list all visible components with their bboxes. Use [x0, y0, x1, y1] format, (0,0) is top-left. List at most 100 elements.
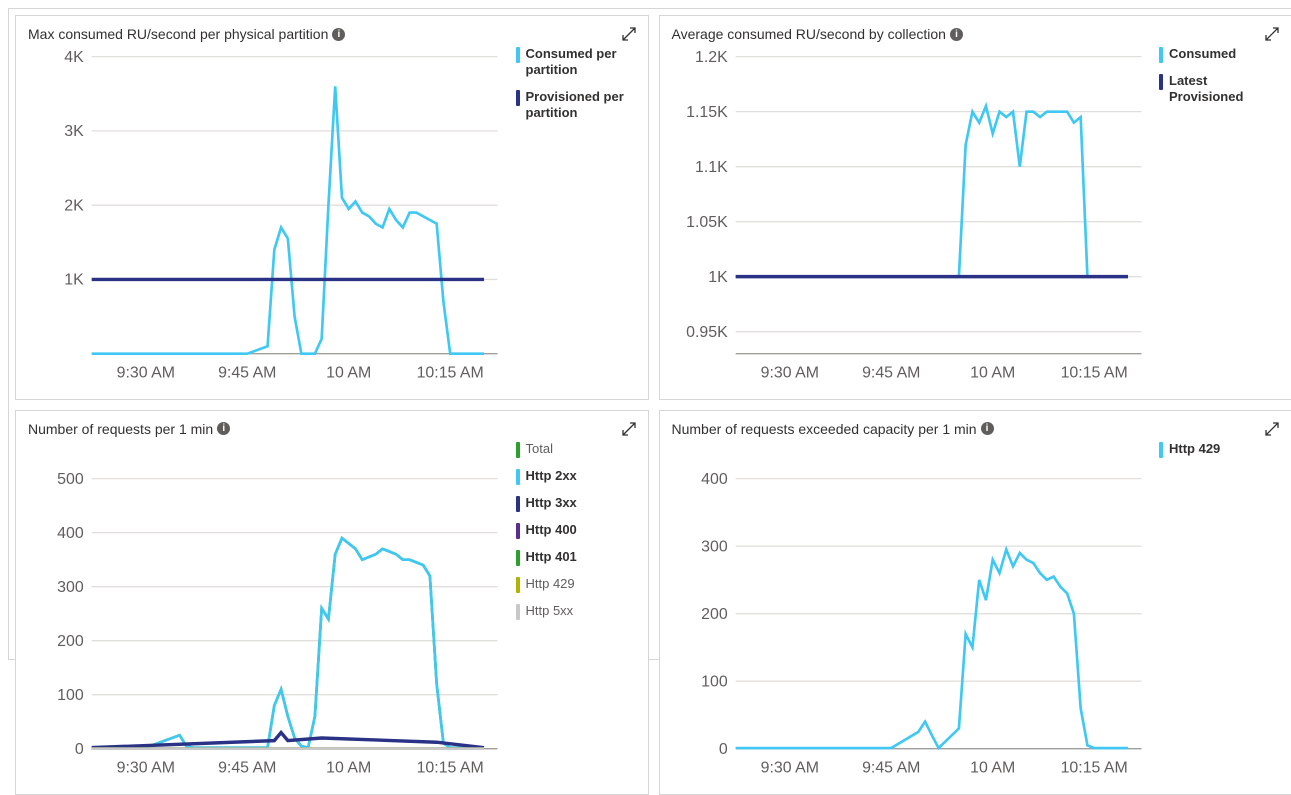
svg-text:300: 300 [57, 579, 84, 596]
svg-text:9:30 AM: 9:30 AM [117, 365, 175, 382]
legend-label: Http 400 [526, 522, 577, 538]
svg-text:10 AM: 10 AM [326, 759, 371, 776]
svg-text:100: 100 [57, 687, 84, 704]
card-header: Average consumed RU/second by collection… [672, 26, 1280, 42]
legend-label: Provisioned per partition [526, 89, 636, 122]
chart-card-max-ru-partition: Max consumed RU/second per physical part… [15, 15, 649, 400]
svg-text:100: 100 [701, 673, 728, 690]
legend-item[interactable]: Http 400 [516, 522, 636, 539]
svg-text:9:30 AM: 9:30 AM [760, 365, 818, 382]
legend-swatch-icon [516, 604, 520, 620]
card-title: Number of requests exceeded capacity per… [672, 421, 977, 437]
svg-text:4K: 4K [64, 49, 84, 66]
svg-text:300: 300 [701, 538, 728, 555]
svg-text:1K: 1K [708, 269, 728, 286]
info-icon[interactable]: i [950, 28, 963, 41]
svg-text:10:15 AM: 10:15 AM [417, 365, 484, 382]
svg-text:10:15 AM: 10:15 AM [417, 759, 484, 776]
svg-text:1K: 1K [64, 272, 84, 289]
svg-text:9:45 AM: 9:45 AM [862, 365, 920, 382]
svg-text:10:15 AM: 10:15 AM [1060, 759, 1127, 776]
svg-text:9:30 AM: 9:30 AM [760, 759, 818, 776]
card-title: Max consumed RU/second per physical part… [28, 26, 328, 42]
legend-swatch-icon [516, 47, 520, 63]
expand-icon[interactable] [622, 27, 636, 41]
legend-swatch-icon [1159, 47, 1163, 63]
svg-text:9:45 AM: 9:45 AM [218, 365, 276, 382]
expand-icon[interactable] [1265, 422, 1279, 436]
legend-item[interactable]: Http 429 [1159, 441, 1279, 458]
legend-swatch-icon [516, 550, 520, 566]
svg-text:1.05K: 1.05K [686, 214, 728, 231]
svg-text:1.15K: 1.15K [686, 104, 728, 121]
svg-text:9:45 AM: 9:45 AM [862, 759, 920, 776]
chart-plot: 1K 2K 3K 4K 9:30 AM 9:45 AM 10 AM 10:15 AM [28, 46, 506, 391]
legend-label: Http 429 [526, 576, 575, 592]
svg-text:200: 200 [701, 606, 728, 623]
card-title: Average consumed RU/second by collection [672, 26, 946, 42]
svg-text:1.1K: 1.1K [694, 159, 727, 176]
svg-text:2K: 2K [64, 197, 84, 214]
legend: Total Http 2xx Http 3xx Http 400 Http 40… [506, 441, 636, 786]
svg-text:10 AM: 10 AM [326, 365, 371, 382]
svg-text:200: 200 [57, 633, 84, 650]
legend-label: Http 5xx [526, 603, 574, 619]
legend: Http 429 [1149, 441, 1279, 786]
legend-item[interactable]: Consumed per partition [516, 46, 636, 79]
legend-item[interactable]: Consumed [1159, 46, 1279, 63]
legend-label: Consumed [1169, 46, 1236, 62]
legend: Consumed per partition Provisioned per p… [506, 46, 636, 391]
svg-text:0.95K: 0.95K [686, 324, 728, 341]
legend-label: Http 429 [1169, 441, 1220, 457]
svg-text:10 AM: 10 AM [970, 365, 1015, 382]
legend-swatch-icon [1159, 442, 1163, 458]
legend-item[interactable]: Http 5xx [516, 603, 636, 620]
chart-plot: 0.95K 1K 1.05K 1.1K 1.15K 1.2K 9:30 AM 9:45 AM 1… [672, 46, 1150, 391]
legend-swatch-icon [1159, 74, 1163, 90]
svg-text:400: 400 [701, 471, 728, 488]
legend-item[interactable]: Provisioned per partition [516, 89, 636, 122]
chart-card-requests-exceeded: Number of requests exceeded capacity per… [659, 410, 1291, 795]
chart-plot: 0 100 200 300 400 500 9:30 AM 9:45 AM 10 AM 10:15… [28, 441, 506, 786]
card-header: Number of requests exceeded capacity per… [672, 421, 1280, 437]
legend-item[interactable]: Http 2xx [516, 468, 636, 485]
chart-plot: 0 100 200 300 400 9:30 AM 9:45 AM 10 AM 10:15 AM [672, 441, 1150, 786]
svg-text:500: 500 [57, 471, 84, 488]
legend: Consumed Latest Provisioned [1149, 46, 1279, 391]
svg-text:1.2K: 1.2K [694, 49, 727, 66]
svg-text:3K: 3K [64, 123, 84, 140]
chart-card-requests-per-min: Number of requests per 1 min i 0 100 200 30… [15, 410, 649, 795]
legend-label: Latest Provisioned [1169, 73, 1279, 106]
svg-text:10:15 AM: 10:15 AM [1060, 365, 1127, 382]
chart-card-avg-ru-collection: Average consumed RU/second by collection… [659, 15, 1291, 400]
legend-label: Http 2xx [526, 468, 577, 484]
legend-swatch-icon [516, 442, 520, 458]
info-icon[interactable]: i [981, 422, 994, 435]
svg-text:0: 0 [75, 741, 84, 758]
info-icon[interactable]: i [332, 28, 345, 41]
legend-item[interactable]: Http 3xx [516, 495, 636, 512]
legend-swatch-icon [516, 496, 520, 512]
card-title: Number of requests per 1 min [28, 421, 213, 437]
legend-item[interactable]: Latest Provisioned [1159, 73, 1279, 106]
expand-icon[interactable] [1265, 27, 1279, 41]
legend-swatch-icon [516, 90, 520, 106]
svg-text:0: 0 [718, 741, 727, 758]
svg-text:9:30 AM: 9:30 AM [117, 759, 175, 776]
legend-label: Total [526, 441, 553, 457]
legend-item[interactable]: Total [516, 441, 636, 458]
legend-item[interactable]: Http 429 [516, 576, 636, 593]
expand-icon[interactable] [622, 422, 636, 436]
svg-text:9:45 AM: 9:45 AM [218, 759, 276, 776]
legend-swatch-icon [516, 523, 520, 539]
info-icon[interactable]: i [217, 422, 230, 435]
legend-swatch-icon [516, 577, 520, 593]
legend-label: Http 3xx [526, 495, 577, 511]
dashboard-grid: Max consumed RU/second per physical part… [8, 8, 1291, 660]
svg-text:10 AM: 10 AM [970, 759, 1015, 776]
legend-label: Consumed per partition [526, 46, 636, 79]
svg-text:400: 400 [57, 525, 84, 542]
legend-label: Http 401 [526, 549, 577, 565]
card-header: Number of requests per 1 min i [28, 421, 636, 437]
legend-item[interactable]: Http 401 [516, 549, 636, 566]
